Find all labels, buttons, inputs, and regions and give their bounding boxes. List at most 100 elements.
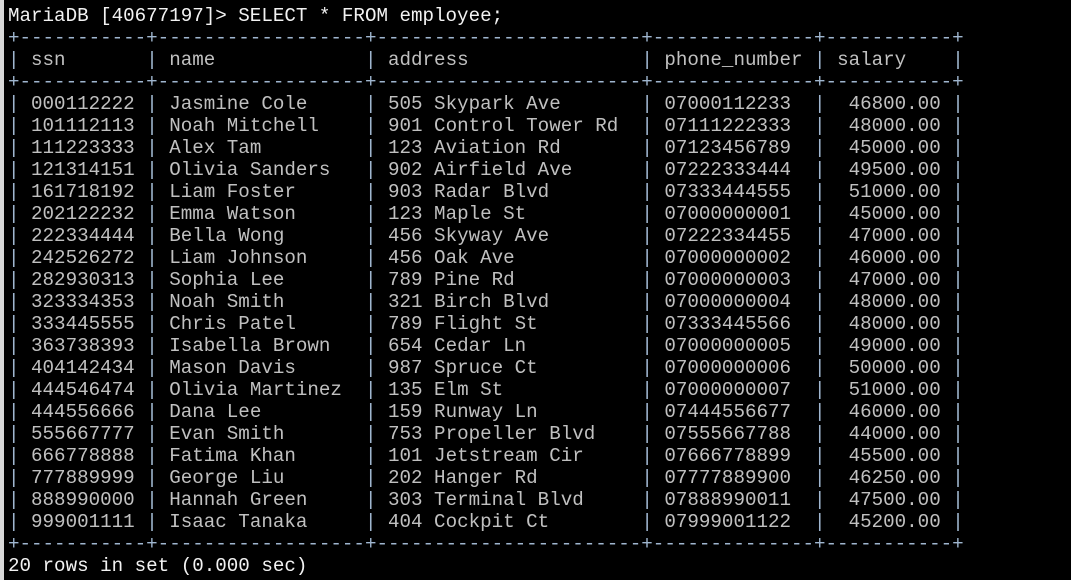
column-header-phone_number: phone_number: [652, 49, 815, 71]
column-divider: |: [641, 379, 653, 401]
column-divider: |: [814, 181, 826, 203]
cell-phone_number: 07444556677: [652, 401, 815, 423]
column-divider: |: [814, 93, 826, 115]
cell-ssn: 161718192: [19, 181, 147, 203]
table-row: | 555667777 | Evan Smith | 753 Propeller…: [8, 423, 964, 445]
column-divider: |: [364, 489, 377, 511]
table-row: | 121314151 | Olivia Sanders | 902 Airfi…: [8, 159, 964, 181]
cell-ssn: 444546474: [19, 379, 147, 401]
cell-salary: 48000.00: [825, 291, 953, 313]
column-divider: |: [641, 203, 653, 225]
cell-salary: 47000.00: [825, 225, 953, 247]
column-divider: |: [952, 335, 964, 357]
cell-name: Evan Smith: [157, 423, 365, 445]
cell-address: 135 Elm St: [376, 379, 642, 401]
column-divider: |: [8, 49, 20, 71]
column-divider: |: [364, 159, 377, 181]
cell-ssn: 242526272: [19, 247, 147, 269]
column-divider: |: [364, 291, 377, 313]
cell-address: 753 Propeller Blvd: [376, 423, 642, 445]
cell-ssn: 999001111: [19, 511, 147, 533]
column-divider: |: [952, 49, 964, 71]
cell-address: 789 Pine Rd: [376, 269, 642, 291]
cell-salary: 48000.00: [825, 313, 953, 335]
column-divider: |: [364, 467, 377, 489]
cell-ssn: 363738393: [19, 335, 147, 357]
cell-address: 903 Radar Blvd: [376, 181, 642, 203]
cell-salary: 44000.00: [825, 423, 953, 445]
column-divider: |: [8, 313, 20, 335]
cell-name: Liam Johnson: [157, 247, 365, 269]
column-divider: |: [641, 401, 653, 423]
column-header-address: address: [376, 49, 642, 71]
column-divider: |: [952, 247, 964, 269]
column-divider: |: [952, 137, 964, 159]
cell-name: Isabella Brown: [157, 335, 365, 357]
column-divider: |: [364, 203, 377, 225]
cell-ssn: 404142434: [19, 357, 147, 379]
column-divider: |: [146, 115, 158, 137]
window-edge: [0, 0, 4, 580]
column-divider: |: [814, 445, 826, 467]
cell-salary: 47000.00: [825, 269, 953, 291]
cell-phone_number: 07000000002: [652, 247, 815, 269]
column-divider: |: [814, 49, 826, 71]
cell-name: Sophia Lee: [157, 269, 365, 291]
column-divider: |: [952, 357, 964, 379]
column-divider: |: [952, 423, 964, 445]
cell-salary: 48000.00: [825, 115, 953, 137]
column-divider: |: [146, 335, 158, 357]
column-divider: |: [8, 357, 20, 379]
column-divider: |: [146, 203, 158, 225]
column-divider: |: [952, 445, 964, 467]
column-divider: |: [146, 159, 158, 181]
cell-phone_number: 07777889900: [652, 467, 815, 489]
column-divider: |: [146, 511, 158, 533]
cell-address: 321 Birch Blvd: [376, 291, 642, 313]
column-divider: |: [641, 93, 653, 115]
table-row: | 363738393 | Isabella Brown | 654 Cedar…: [8, 335, 964, 357]
cell-name: Bella Wong: [157, 225, 365, 247]
column-divider: |: [641, 269, 653, 291]
column-divider: |: [364, 379, 377, 401]
cell-ssn: 202122232: [19, 203, 147, 225]
cell-name: Dana Lee: [157, 401, 365, 423]
column-divider: |: [364, 93, 377, 115]
cell-name: Liam Foster: [157, 181, 365, 203]
column-divider: |: [146, 291, 158, 313]
column-divider: |: [146, 401, 158, 423]
column-divider: |: [641, 511, 653, 533]
cell-address: 654 Cedar Ln: [376, 335, 642, 357]
column-divider: |: [8, 335, 20, 357]
column-header-ssn: ssn: [19, 49, 147, 71]
column-divider: |: [641, 247, 653, 269]
column-divider: |: [364, 313, 377, 335]
column-divider: |: [146, 467, 158, 489]
column-divider: |: [814, 203, 826, 225]
cell-phone_number: 07555667788: [652, 423, 815, 445]
cell-ssn: 323334353: [19, 291, 147, 313]
cell-address: 404 Cockpit Ct: [376, 511, 642, 533]
column-divider: |: [814, 313, 826, 335]
table-row: | 101112113 | Noah Mitchell | 901 Contro…: [8, 115, 964, 137]
column-divider: |: [814, 401, 826, 423]
column-divider: |: [814, 467, 826, 489]
cell-ssn: 777889999: [19, 467, 147, 489]
cell-phone_number: 07666778899: [652, 445, 815, 467]
column-divider: |: [146, 225, 158, 247]
table-border: +-----------+------------------+--------…: [8, 71, 964, 93]
cell-salary: 50000.00: [825, 357, 953, 379]
column-divider: |: [8, 467, 20, 489]
column-divider: |: [952, 225, 964, 247]
column-divider: |: [8, 291, 20, 313]
column-divider: |: [8, 203, 20, 225]
column-divider: |: [8, 225, 20, 247]
column-divider: |: [952, 511, 964, 533]
column-divider: |: [8, 401, 20, 423]
cell-salary: 51000.00: [825, 181, 953, 203]
column-divider: |: [146, 247, 158, 269]
cell-address: 101 Jetstream Cir: [376, 445, 642, 467]
cell-phone_number: 07333444555: [652, 181, 815, 203]
column-divider: |: [952, 313, 964, 335]
column-divider: |: [146, 489, 158, 511]
